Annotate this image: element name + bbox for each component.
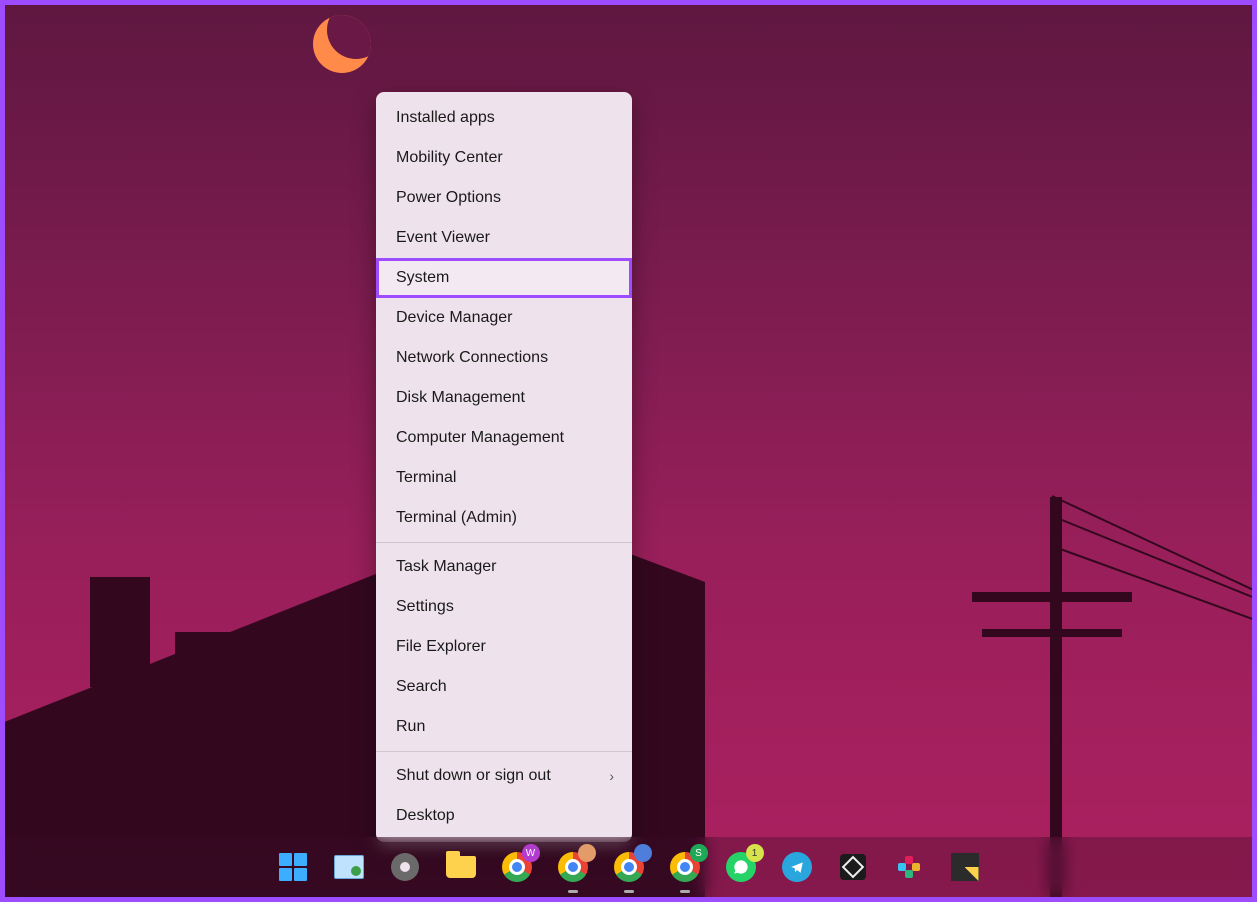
taskbar-settings[interactable] — [388, 850, 422, 884]
crossarm-decoration — [972, 592, 1132, 602]
menu-item-label: System — [396, 269, 449, 287]
menu-item-label: Terminal (Admin) — [396, 509, 517, 527]
menu-item-label: Run — [396, 718, 425, 736]
sticky-note-icon — [951, 853, 979, 881]
taskbar-whatsapp[interactable]: 1 — [724, 850, 758, 884]
notification-badge: 1 — [746, 844, 764, 862]
menu-item-task-manager[interactable]: Task Manager — [376, 547, 632, 587]
menu-item-mobility-center[interactable]: Mobility Center — [376, 138, 632, 178]
slack-icon — [896, 854, 922, 880]
menu-separator — [376, 751, 632, 752]
chimney-decoration — [90, 577, 150, 687]
taskbar-cube-app[interactable] — [836, 850, 870, 884]
taskbar-chrome-profile-4[interactable]: S — [668, 850, 702, 884]
wire-decoration — [1052, 515, 1252, 854]
menu-item-terminal[interactable]: Terminal — [376, 458, 632, 498]
menu-item-label: Disk Management — [396, 389, 525, 407]
running-indicator — [680, 890, 690, 893]
chimney-decoration — [175, 632, 230, 702]
profile-badge-icon: W — [522, 844, 540, 862]
menu-item-run[interactable]: Run — [376, 707, 632, 747]
taskbar: W S 1 — [5, 837, 1252, 897]
taskbar-control-panel[interactable] — [332, 850, 366, 884]
menu-item-label: File Explorer — [396, 638, 486, 656]
menu-item-label: Power Options — [396, 189, 501, 207]
cube-icon — [840, 854, 866, 880]
menu-item-terminal-admin[interactable]: Terminal (Admin) — [376, 498, 632, 538]
windows-logo-icon — [279, 853, 307, 881]
taskbar-chrome-profile-1[interactable]: W — [500, 850, 534, 884]
menu-item-settings[interactable]: Settings — [376, 587, 632, 627]
menu-item-file-explorer[interactable]: File Explorer — [376, 627, 632, 667]
menu-item-computer-management[interactable]: Computer Management — [376, 418, 632, 458]
taskbar-file-explorer[interactable] — [444, 850, 478, 884]
menu-item-label: Terminal — [396, 469, 456, 487]
crossarm-decoration — [982, 629, 1122, 637]
menu-item-label: Shut down or sign out — [396, 767, 551, 785]
menu-separator — [376, 542, 632, 543]
chevron-right-icon: › — [609, 768, 614, 784]
menu-item-system[interactable]: System — [376, 258, 632, 298]
menu-item-label: Event Viewer — [396, 229, 490, 247]
menu-item-installed-apps[interactable]: Installed apps — [376, 98, 632, 138]
menu-item-label: Computer Management — [396, 429, 564, 447]
winx-context-menu: Installed apps Mobility Center Power Opt… — [376, 92, 632, 842]
menu-item-disk-management[interactable]: Disk Management — [376, 378, 632, 418]
start-button[interactable] — [276, 850, 310, 884]
menu-item-label: Mobility Center — [396, 149, 503, 167]
control-panel-icon — [334, 855, 364, 879]
menu-item-shut-down[interactable]: Shut down or sign out › — [376, 756, 632, 796]
menu-item-network-connections[interactable]: Network Connections — [376, 338, 632, 378]
running-indicator — [568, 890, 578, 893]
taskbar-chrome-profile-3[interactable] — [612, 850, 646, 884]
wire-decoration — [1052, 495, 1252, 877]
taskbar-slack[interactable] — [892, 850, 926, 884]
taskbar-sticky-notes[interactable] — [948, 850, 982, 884]
desktop-wallpaper[interactable]: Installed apps Mobility Center Power Opt… — [5, 5, 1252, 897]
running-indicator — [624, 890, 634, 893]
profile-badge-icon — [634, 844, 652, 862]
taskbar-telegram[interactable] — [780, 850, 814, 884]
menu-item-label: Task Manager — [396, 558, 497, 576]
menu-item-power-options[interactable]: Power Options — [376, 178, 632, 218]
menu-item-label: Desktop — [396, 807, 455, 825]
folder-icon — [446, 856, 476, 878]
moon-decoration — [313, 15, 371, 73]
menu-item-label: Search — [396, 678, 447, 696]
profile-avatar-icon — [578, 844, 596, 862]
menu-item-desktop[interactable]: Desktop — [376, 796, 632, 836]
menu-item-event-viewer[interactable]: Event Viewer — [376, 218, 632, 258]
menu-item-device-manager[interactable]: Device Manager — [376, 298, 632, 338]
menu-item-search[interactable]: Search — [376, 667, 632, 707]
menu-item-label: Settings — [396, 598, 454, 616]
menu-item-label: Device Manager — [396, 309, 513, 327]
telegram-icon — [782, 852, 812, 882]
taskbar-chrome-profile-2[interactable] — [556, 850, 590, 884]
menu-item-label: Network Connections — [396, 349, 548, 367]
menu-item-label: Installed apps — [396, 109, 495, 127]
profile-badge-icon: S — [690, 844, 708, 862]
gear-icon — [391, 853, 419, 881]
